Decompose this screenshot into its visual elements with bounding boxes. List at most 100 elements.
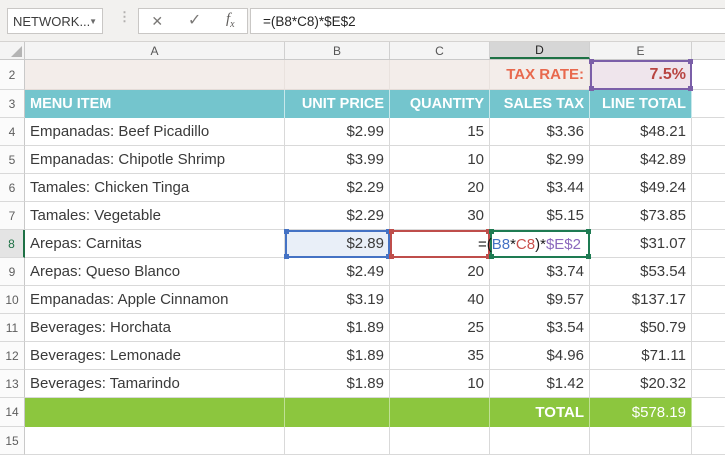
cell-C9[interactable]: 20 [390,258,490,286]
cell-D6[interactable]: $3.44 [490,174,590,202]
cell-E5[interactable]: $42.89 [590,146,692,174]
cell-F8[interactable] [692,230,725,258]
cell-C15[interactable] [390,427,490,455]
cell-F6[interactable] [692,174,725,202]
cell-A11[interactable]: Beverages: Horchata [25,314,285,342]
cell-A5[interactable]: Empanadas: Chipotle Shrimp [25,146,285,174]
cell-E8[interactable]: $31.07 [590,230,692,258]
cell-D15[interactable] [490,427,590,455]
row-header-4[interactable]: 4 [0,118,25,146]
column-header-C[interactable]: C [390,42,490,59]
cell-B14[interactable] [285,398,390,427]
cell-D9[interactable]: $3.74 [490,258,590,286]
cell-F4[interactable] [692,118,725,146]
cell-B6[interactable]: $2.29 [285,174,390,202]
cell-C10[interactable]: 40 [390,286,490,314]
cell-D14-total-label[interactable]: TOTAL [490,398,590,427]
cell-A14[interactable] [25,398,285,427]
cell-D8-editing[interactable] [490,230,590,258]
row-header-6[interactable]: 6 [0,174,25,202]
select-all-corner[interactable] [0,42,25,59]
cell-D3-sales-tax-header[interactable]: SALES TAX [490,90,590,118]
cell-D5[interactable]: $2.99 [490,146,590,174]
column-header-E[interactable]: E [590,42,692,59]
column-header-B[interactable]: B [285,42,390,59]
cell-A4[interactable]: Empanadas: Beef Picadillo [25,118,285,146]
cell-F11[interactable] [692,314,725,342]
cell-B4[interactable]: $2.99 [285,118,390,146]
row-header-3[interactable]: 3 [0,90,25,118]
cell-C13[interactable]: 10 [390,370,490,398]
cell-F3[interactable] [692,90,725,118]
cell-D4[interactable]: $3.36 [490,118,590,146]
cell-B5[interactable]: $3.99 [285,146,390,174]
cell-A9[interactable]: Arepas: Queso Blanco [25,258,285,286]
cell-F15[interactable] [692,427,725,455]
cell-E2-tax-rate-value[interactable]: 7.5% [590,60,692,90]
cell-F9[interactable] [692,258,725,286]
cell-F5[interactable] [692,146,725,174]
cell-C3-quantity-header[interactable]: QUANTITY [390,90,490,118]
cell-C5[interactable]: 10 [390,146,490,174]
cell-E6[interactable]: $49.24 [590,174,692,202]
cell-B12[interactable]: $1.89 [285,342,390,370]
row-header-9[interactable]: 9 [0,258,25,286]
row-header-8[interactable]: 8 [0,230,25,258]
cell-E15[interactable] [590,427,692,455]
cell-B2[interactable] [285,60,390,90]
row-header-15[interactable]: 15 [0,427,25,455]
cell-C7[interactable]: 30 [390,202,490,230]
cell-C6[interactable]: 20 [390,174,490,202]
cell-D7[interactable]: $5.15 [490,202,590,230]
formula-input[interactable]: =(B8*C8)*$E$2 [250,8,725,34]
row-header-7[interactable]: 7 [0,202,25,230]
cell-C4[interactable]: 15 [390,118,490,146]
cell-B7[interactable]: $2.29 [285,202,390,230]
cell-A10[interactable]: Empanadas: Apple Cinnamon [25,286,285,314]
row-header-5[interactable]: 5 [0,146,25,174]
column-header-F-partial[interactable] [692,42,725,59]
cell-A8[interactable]: Arepas: Carnitas [25,230,285,258]
cell-D10[interactable]: $9.57 [490,286,590,314]
cancel-icon[interactable]: ✕ [151,14,163,28]
cell-C2[interactable] [390,60,490,90]
cell-F13[interactable] [692,370,725,398]
row-header-14[interactable]: 14 [0,398,25,427]
cell-E7[interactable]: $73.85 [590,202,692,230]
enter-icon[interactable]: ✓ [188,13,201,29]
cell-C8-referenced[interactable] [390,230,490,258]
cell-C12[interactable]: 35 [390,342,490,370]
cell-A7[interactable]: Tamales: Vegetable [25,202,285,230]
cell-F12[interactable] [692,342,725,370]
cell-C11[interactable]: 25 [390,314,490,342]
cell-B15[interactable] [285,427,390,455]
cell-F14[interactable] [692,398,725,427]
cell-F7[interactable] [692,202,725,230]
cell-A15[interactable] [25,427,285,455]
insert-function-icon[interactable]: fx [226,12,235,30]
cell-B8-referenced[interactable]: $2.89 [285,230,390,258]
name-box[interactable]: NETWORK... ▼ [7,8,103,34]
cell-B10[interactable]: $3.19 [285,286,390,314]
cell-A13[interactable]: Beverages: Tamarindo [25,370,285,398]
cell-C14[interactable] [390,398,490,427]
cell-A3-menu-item-header[interactable]: MENU ITEM [25,90,285,118]
cell-E12[interactable]: $71.11 [590,342,692,370]
cell-D2-tax-rate-label[interactable]: TAX RATE: [490,60,590,90]
row-header-2[interactable]: 2 [0,60,25,90]
cell-E4[interactable]: $48.21 [590,118,692,146]
cell-D12[interactable]: $4.96 [490,342,590,370]
column-header-A[interactable]: A [25,42,285,59]
cell-E3-line-total-header[interactable]: LINE TOTAL [590,90,692,118]
cell-E13[interactable]: $20.32 [590,370,692,398]
chevron-down-icon[interactable]: ▼ [89,17,97,26]
row-header-11[interactable]: 11 [0,314,25,342]
column-header-D[interactable]: D [490,42,590,59]
cell-A6[interactable]: Tamales: Chicken Tinga [25,174,285,202]
cell-D13[interactable]: $1.42 [490,370,590,398]
cell-E11[interactable]: $50.79 [590,314,692,342]
row-header-12[interactable]: 12 [0,342,25,370]
cell-B13[interactable]: $1.89 [285,370,390,398]
cell-A2[interactable] [25,60,285,90]
cell-B11[interactable]: $1.89 [285,314,390,342]
